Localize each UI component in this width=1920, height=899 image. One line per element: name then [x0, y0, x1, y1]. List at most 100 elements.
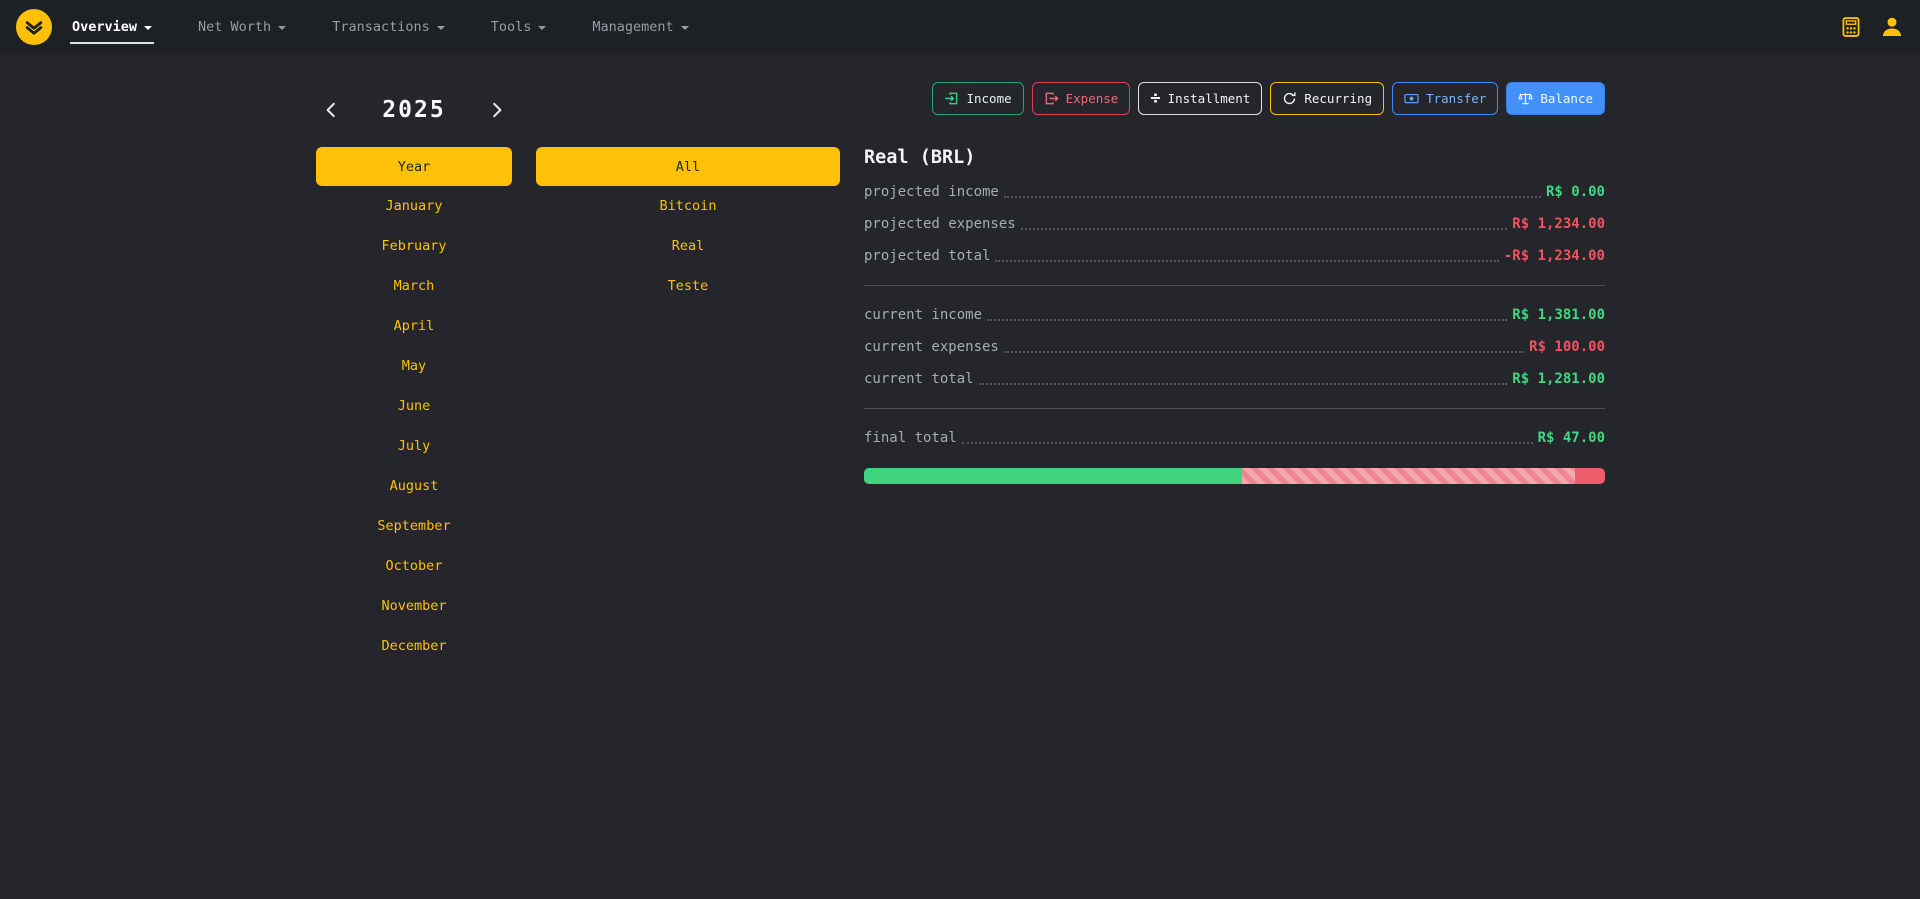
summary-row: projected income R$ 0.00 — [864, 176, 1605, 208]
navbar: Overview Net Worth Transactions Tools Manage… — [0, 0, 1920, 54]
nav-item-label: Net Worth — [198, 19, 271, 35]
action-label: Balance — [1540, 91, 1593, 106]
navbar-right — [1840, 15, 1904, 39]
transfer-button[interactable]: Transfer — [1392, 82, 1498, 115]
wallets-list: BitcoinRealTeste — [536, 186, 840, 306]
divider — [864, 408, 1605, 409]
summary-row: current income R$ 1,381.00 — [864, 299, 1605, 331]
month-link-march[interactable]: March — [316, 266, 512, 306]
all-wallets-button[interactable]: All — [536, 147, 840, 186]
dotted-leader — [1021, 228, 1508, 230]
summary-value: R$ 1,234.00 — [1512, 216, 1605, 232]
wallet-link-bitcoin[interactable]: Bitcoin — [536, 186, 840, 226]
year-label: 2025 — [382, 97, 445, 123]
summary-label: projected income — [864, 184, 999, 200]
income-button[interactable]: Income — [932, 82, 1023, 115]
spacer — [536, 88, 840, 147]
main-content: 2025 Year JanuaryFebruaryMarchAprilMayJu… — [0, 54, 1920, 666]
summary-title: Real (BRL) — [864, 147, 1605, 168]
summary-label: current total — [864, 371, 974, 387]
month-link-may[interactable]: May — [316, 346, 512, 386]
nav-item-management[interactable]: Management — [592, 19, 688, 35]
month-link-february[interactable]: February — [316, 226, 512, 266]
scales-icon — [1518, 91, 1533, 106]
summary-rows: projected income R$ 0.00 projected expense… — [864, 176, 1605, 454]
month-link-july[interactable]: July — [316, 426, 512, 466]
action-label: Expense — [1066, 91, 1119, 106]
divide-icon: ÷ — [1150, 90, 1160, 107]
balance-button[interactable]: Balance — [1506, 82, 1605, 115]
nav-item-net-worth[interactable]: Net Worth — [198, 19, 286, 35]
action-buttons: Income Expense ÷ Installment Recurring Transf… — [864, 82, 1605, 115]
wallet-link-real[interactable]: Real — [536, 226, 840, 266]
summary-value: R$ 1,281.00 — [1512, 371, 1605, 387]
summary-value: R$ 47.00 — [1538, 430, 1605, 446]
recurring-button[interactable]: Recurring — [1270, 82, 1384, 115]
wallet-link-teste[interactable]: Teste — [536, 266, 840, 306]
summary-label: current expenses — [864, 339, 999, 355]
app-logo[interactable] — [16, 9, 52, 45]
expense-button[interactable]: Expense — [1032, 82, 1131, 115]
summary-label: projected total — [864, 248, 990, 264]
summary-value: R$ 100.00 — [1529, 339, 1605, 355]
nav-item-label: Transactions — [332, 19, 430, 35]
dotted-leader — [1004, 351, 1524, 353]
month-link-january[interactable]: January — [316, 186, 512, 226]
summary-value: -R$ 1,234.00 — [1504, 248, 1605, 264]
nav-item-overview[interactable]: Overview — [72, 19, 152, 35]
action-label: Transfer — [1426, 91, 1486, 106]
wallets-column: All BitcoinRealTeste — [536, 88, 840, 666]
month-link-october[interactable]: October — [316, 546, 512, 586]
dotted-leader — [995, 260, 1498, 262]
summary-section: Income Expense ÷ Installment Recurring Transf… — [864, 82, 1605, 484]
months-list: JanuaryFebruaryMarchAprilMayJuneJulyAugu… — [316, 186, 512, 666]
month-link-august[interactable]: August — [316, 466, 512, 506]
year-button[interactable]: Year — [316, 147, 512, 186]
user-icon[interactable] — [1880, 15, 1904, 39]
prev-year-button[interactable] — [318, 97, 344, 123]
summary-value: R$ 0.00 — [1546, 184, 1605, 200]
action-label: Installment — [1168, 91, 1251, 106]
box-arrow-in-right-icon — [944, 91, 959, 106]
nav-item-label: Tools — [491, 19, 532, 35]
month-link-december[interactable]: December — [316, 626, 512, 666]
dotted-leader — [987, 319, 1507, 321]
logo-icon — [24, 17, 44, 37]
dotted-leader — [962, 442, 1533, 444]
chevron-down-icon — [278, 26, 286, 30]
next-year-button[interactable] — [484, 97, 510, 123]
period-section: 2025 Year JanuaryFebruaryMarchAprilMayJu… — [316, 88, 840, 666]
arrow-repeat-icon — [1282, 91, 1297, 106]
calculator-icon[interactable] — [1840, 16, 1862, 38]
summary-label: final total — [864, 430, 957, 446]
summary-label: current income — [864, 307, 982, 323]
dotted-leader — [1004, 196, 1541, 198]
chevron-down-icon — [144, 26, 152, 30]
month-link-november[interactable]: November — [316, 586, 512, 626]
cash-icon — [1404, 91, 1419, 106]
summary-label: projected expenses — [864, 216, 1016, 232]
progress-segment-green-solid — [864, 468, 1242, 484]
action-label: Income — [966, 91, 1011, 106]
month-link-september[interactable]: September — [316, 506, 512, 546]
action-label: Recurring — [1304, 91, 1372, 106]
box-arrow-right-icon — [1044, 91, 1059, 106]
months-column: 2025 Year JanuaryFebruaryMarchAprilMayJu… — [316, 88, 512, 666]
nav-menu: Overview Net Worth Transactions Tools Manage… — [72, 0, 689, 54]
progress-bar — [864, 468, 1605, 484]
nav-item-label: Management — [592, 19, 673, 35]
dotted-leader — [979, 383, 1508, 385]
chevron-down-icon — [681, 26, 689, 30]
month-link-april[interactable]: April — [316, 306, 512, 346]
installment-button[interactable]: ÷ Installment — [1138, 82, 1262, 115]
summary-row: projected expenses R$ 1,234.00 — [864, 208, 1605, 240]
chevron-down-icon — [538, 26, 546, 30]
chevron-down-icon — [437, 26, 445, 30]
summary-row: current expenses R$ 100.00 — [864, 331, 1605, 363]
nav-item-tools[interactable]: Tools — [491, 19, 547, 35]
month-link-june[interactable]: June — [316, 386, 512, 426]
progress-segment-red-solid — [1575, 468, 1605, 484]
nav-item-transactions[interactable]: Transactions — [332, 19, 445, 35]
summary-value: R$ 1,381.00 — [1512, 307, 1605, 323]
summary-row: final total R$ 47.00 — [864, 422, 1605, 454]
